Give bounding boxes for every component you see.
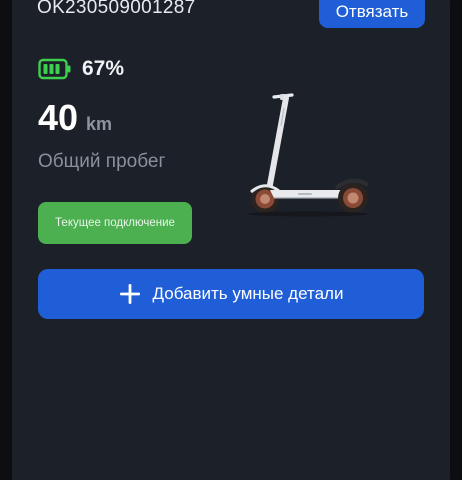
battery-status: 67% <box>38 57 124 81</box>
total-mileage-label: Общий пробег <box>38 151 166 172</box>
distance-unit: km <box>86 114 113 134</box>
plus-icon <box>119 284 140 304</box>
battery-percent: 67% <box>82 57 125 80</box>
add-smart-parts-label: Добавить умные детали <box>152 284 344 303</box>
total-distance: 40 km <box>38 97 112 139</box>
battery-icon <box>38 58 71 80</box>
distance-value: 40 <box>38 97 79 138</box>
scooter-image <box>248 93 370 217</box>
add-smart-parts-button[interactable]: Добавить умные детали <box>38 269 424 319</box>
device-screen: OK230509001287 Отвязать 67% 40 km Общий … <box>0 0 462 480</box>
device-serial: OK230509001287 <box>37 0 196 18</box>
connection-status-badge: Текущее подключение <box>38 202 192 244</box>
unbind-button[interactable]: Отвязать <box>319 0 425 28</box>
